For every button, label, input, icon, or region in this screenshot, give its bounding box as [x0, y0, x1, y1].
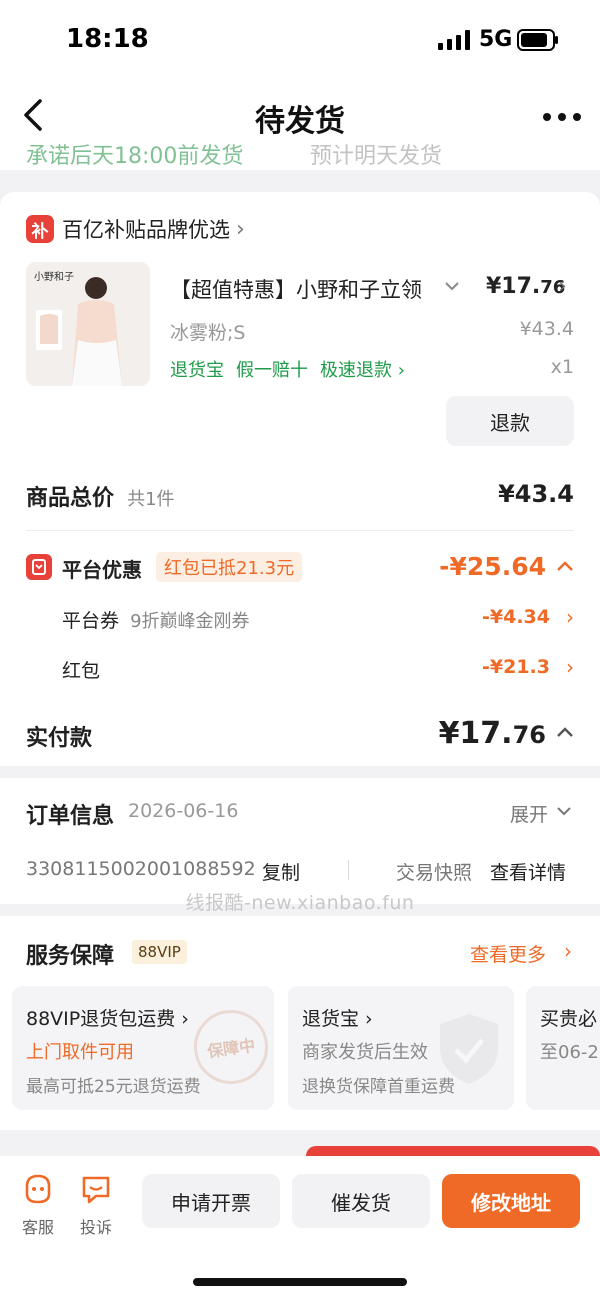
guarantee-stamp: 保障中	[189, 1005, 273, 1089]
platform-discount-row[interactable]: 平台优惠 红包已抵21.3元 -¥25.64	[26, 552, 574, 586]
status-time: 18:18	[66, 24, 149, 54]
redpacket-badge: 红包已抵21.3元	[156, 552, 303, 582]
product-quantity: x1	[550, 356, 574, 378]
shipping-estimate: 预计明天发货	[310, 144, 443, 169]
chevron-right-icon: ›	[236, 216, 245, 242]
modify-address-button[interactable]: 修改地址	[442, 1174, 580, 1228]
redpacket-label: 红包	[62, 660, 101, 682]
see-more-link[interactable]: 查看更多	[470, 940, 546, 967]
product-image[interactable]: 小野和子	[26, 262, 150, 386]
expand-button[interactable]: 展开	[510, 800, 548, 827]
vip-tag: 88VIP	[132, 940, 187, 964]
complain-icon	[82, 1176, 110, 1204]
chevron-down-icon[interactable]	[556, 806, 572, 816]
service-box-desc: 最高可抵25元退货运费	[26, 1077, 201, 1097]
chevron-right-icon: ›	[566, 655, 574, 679]
product-name[interactable]: 【超值特惠】小野和子立领	[170, 274, 438, 304]
home-indicator	[193, 1278, 407, 1286]
customer-service-button[interactable]: 客服	[8, 1172, 68, 1238]
platform-discount-value: -¥25.64	[439, 552, 546, 581]
coupon-label: 平台券	[62, 610, 120, 632]
complain-label: 投诉	[79, 1218, 112, 1237]
brand-label: 百亿补贴品牌优选	[62, 218, 230, 242]
total-label: 商品总价	[26, 486, 115, 511]
total-value: ¥43.4	[498, 480, 574, 508]
paid-row[interactable]: 实付款 ¥17.76	[26, 716, 574, 752]
coupon-value: -¥4.34	[482, 606, 550, 628]
service-tags[interactable]: 退货宝 假一赔十 极速退款 ›	[170, 356, 405, 382]
urge-shipping-button[interactable]: 催发货	[292, 1174, 430, 1228]
chevron-right-icon: ›	[566, 605, 574, 629]
discount-icon	[26, 554, 52, 580]
shipping-promise: 承诺后天18:00前发货	[26, 144, 244, 169]
divider	[26, 530, 574, 531]
order-info-card: 订单信息 2026-06-16 展开 3308115002001088592 复…	[0, 778, 600, 904]
order-number: 3308115002001088592	[26, 858, 256, 880]
tag-fake-compensation: 假一赔十	[236, 360, 308, 381]
more-icon[interactable]	[542, 110, 582, 124]
snapshot-link[interactable]: 交易快照	[396, 858, 472, 885]
paid-value-dec: 76	[512, 721, 546, 749]
order-goods-card: 补 百亿补贴品牌优选 › 小野和子 【超值特惠】小野和子立领 ¥17.76 › …	[0, 192, 600, 766]
bottom-action-bar: 客服 投诉 申请开票 催发货 修改地址	[0, 1156, 600, 1298]
platform-discount-label: 平台优惠	[62, 558, 142, 582]
service-box-desc: 至06-2	[540, 1042, 599, 1063]
product-price: ¥17.76	[486, 274, 565, 299]
network-type: 5G	[479, 27, 513, 52]
service-box-title: 买贵必	[540, 1008, 598, 1030]
service-box-highlight: 商家发货后生效	[302, 1042, 428, 1063]
paid-label: 实付款	[26, 726, 93, 751]
paid-value-int: ¥17.	[438, 716, 513, 751]
product-original-price: ¥43.4	[519, 318, 574, 340]
order-date: 2026-06-16	[128, 800, 239, 822]
subsidy-badge-icon: 补	[26, 215, 54, 243]
service-box-highlight: 上门取件可用	[26, 1042, 134, 1063]
service-box-vip-return[interactable]: 保障中 88VIP退货包运费 › 上门取件可用 最高可抵25元退货运费	[12, 986, 274, 1110]
product-sku: 冰雾粉;S	[170, 322, 246, 344]
total-row: 商品总价 共1件 ¥43.4	[26, 480, 574, 512]
service-title: 服务保障	[26, 944, 115, 969]
tag-return-insurance: 退货宝	[170, 360, 224, 381]
watermark-text: 线报酷-new.xianbao.fun	[185, 892, 415, 914]
signal-icon	[438, 30, 470, 50]
page-title: 待发货	[255, 104, 345, 139]
view-detail-link[interactable]: 查看详情	[490, 858, 566, 885]
coupon-row[interactable]: 平台券 9折巅峰金刚券 -¥4.34 ›	[62, 605, 574, 636]
invoice-button[interactable]: 申请开票	[142, 1174, 280, 1228]
total-count: 共1件	[127, 489, 175, 510]
product-logo: 小野和子	[34, 272, 74, 283]
service-box-title: 退货宝 ›	[302, 1008, 373, 1030]
product-price-int: ¥17.	[486, 274, 541, 299]
customer-service-icon	[25, 1174, 51, 1204]
brand-row[interactable]: 补 百亿补贴品牌优选 ›	[26, 214, 245, 244]
service-box-title: 88VIP退货包运费 ›	[26, 1008, 189, 1030]
complain-button[interactable]: 投诉	[66, 1172, 126, 1238]
copy-button[interactable]: 复制	[262, 858, 300, 885]
paid-value: ¥17.76	[439, 716, 546, 751]
chevron-up-icon[interactable]	[556, 560, 574, 572]
shipping-promise-row: 承诺后天18:00前发货 预计明天发货	[0, 138, 600, 170]
chevron-up-icon[interactable]	[556, 726, 574, 738]
refund-button[interactable]: 退款	[446, 396, 574, 446]
service-box-price-protect[interactable]: 买贵必 至06-2	[526, 986, 600, 1110]
battery-icon	[517, 29, 558, 51]
chevron-down-icon[interactable]	[444, 280, 460, 292]
redpacket-row[interactable]: 红包 -¥21.3 ›	[62, 655, 574, 686]
redpacket-value: -¥21.3	[482, 656, 550, 678]
coupon-desc: 9折巅峰金刚券	[130, 611, 250, 632]
tag-fast-refund: 极速退款 ›	[320, 360, 405, 381]
divider	[348, 860, 349, 880]
service-card: 服务保障 88VIP 查看更多 › 保障中 88VIP退货包运费 › 上门取件可…	[0, 916, 600, 1130]
status-bar: 18:18 5G	[0, 0, 600, 80]
service-box-desc: 退换货保障首重运费	[302, 1077, 455, 1097]
customer-service-label: 客服	[21, 1218, 54, 1237]
service-box-return-insurance[interactable]: 退货宝 › 商家发货后生效 退换货保障首重运费	[288, 986, 514, 1110]
chevron-right-icon[interactable]: ›	[558, 274, 567, 299]
chevron-right-icon[interactable]: ›	[564, 939, 572, 963]
order-info-title: 订单信息	[26, 804, 115, 829]
